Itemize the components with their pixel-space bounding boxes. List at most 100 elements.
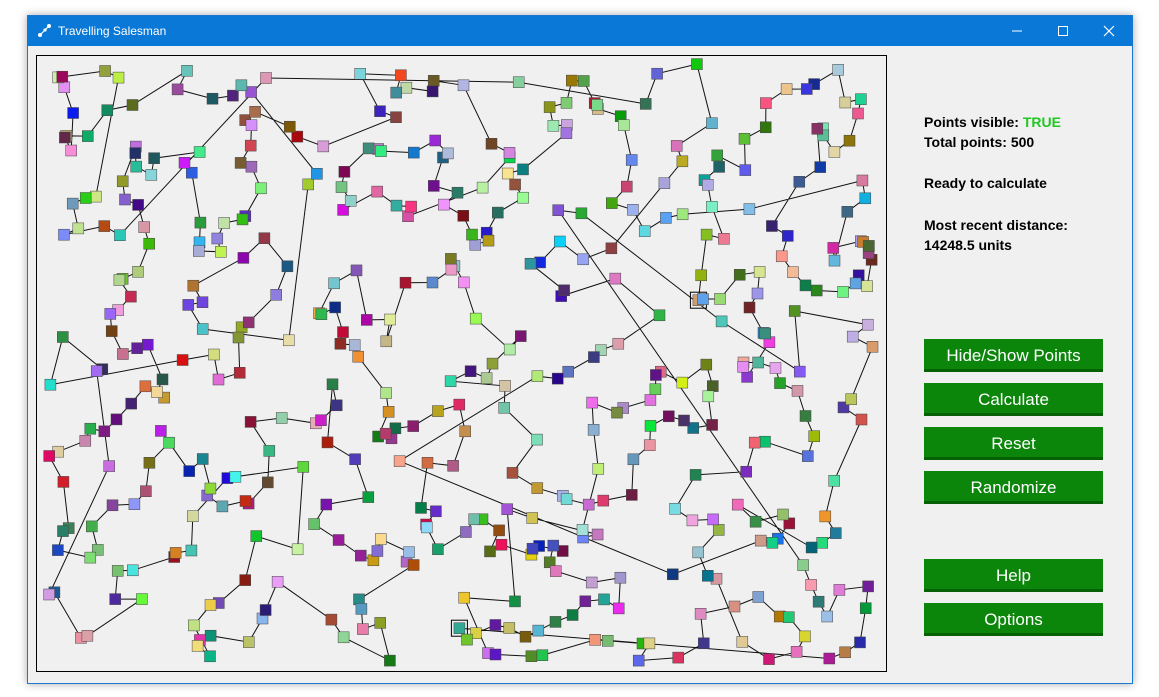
city-point	[461, 633, 473, 646]
city-point	[627, 453, 640, 466]
city-point	[489, 619, 502, 631]
points-visible-value: TRUE	[1022, 114, 1061, 130]
city-point	[155, 425, 167, 437]
city-point	[509, 178, 521, 191]
city-point	[399, 276, 412, 289]
city-point	[275, 412, 288, 424]
city-point	[531, 482, 544, 494]
options-button[interactable]: Options	[924, 603, 1103, 636]
city-point	[374, 617, 386, 629]
city-point	[582, 498, 595, 511]
city-point	[362, 491, 375, 503]
city-point	[464, 365, 477, 377]
city-point	[66, 197, 79, 210]
city-point	[774, 377, 786, 389]
city-point	[859, 192, 872, 205]
calculate-button[interactable]: Calculate	[924, 383, 1103, 416]
city-point	[145, 169, 158, 181]
city-point	[621, 180, 633, 193]
city-point	[736, 636, 749, 648]
city-point	[588, 351, 600, 363]
city-point	[802, 450, 814, 462]
city-point	[271, 576, 284, 588]
city-point	[428, 180, 440, 192]
city-point	[183, 465, 195, 477]
city-point	[112, 71, 125, 84]
city-point	[84, 422, 97, 435]
city-point	[760, 97, 772, 109]
city-point	[509, 595, 521, 608]
total-points: Total points: 500	[924, 134, 1035, 150]
city-point	[81, 630, 94, 642]
help-button[interactable]: Help	[924, 559, 1103, 592]
city-point	[627, 204, 639, 216]
city-point	[239, 495, 252, 507]
city-point	[130, 160, 142, 173]
city-point	[114, 229, 126, 241]
city-point	[609, 272, 622, 285]
city-point	[457, 79, 470, 92]
close-button[interactable]	[1086, 16, 1132, 46]
city-point	[67, 107, 79, 119]
city-point	[614, 571, 627, 584]
city-point	[503, 343, 516, 356]
city-point	[58, 228, 70, 241]
city-point	[752, 356, 764, 369]
reset-button[interactable]: Reset	[924, 427, 1103, 460]
city-point	[119, 193, 131, 206]
city-point	[808, 430, 820, 442]
city-point	[707, 380, 719, 392]
city-point	[852, 107, 864, 120]
city-point	[355, 549, 367, 562]
city-point	[526, 542, 539, 555]
city-point	[204, 629, 217, 642]
city-point	[171, 83, 184, 96]
city-point	[281, 260, 294, 273]
city-point	[348, 339, 361, 351]
city-point	[552, 204, 564, 216]
city-point	[498, 402, 510, 414]
city-point	[566, 609, 579, 621]
city-point	[605, 242, 618, 255]
city-point	[678, 414, 690, 427]
hide-show-points-button[interactable]: Hide/Show Points	[924, 339, 1103, 372]
city-point	[643, 637, 656, 650]
city-point	[451, 186, 464, 199]
city-point	[52, 544, 64, 556]
maximize-button[interactable]	[1040, 16, 1086, 46]
city-point	[125, 397, 137, 410]
city-point	[715, 315, 728, 328]
city-point	[72, 222, 85, 235]
city-point	[59, 131, 71, 144]
distance-label: Most recent distance:	[924, 217, 1068, 233]
city-point	[832, 64, 844, 76]
city-point	[485, 138, 498, 150]
city-point	[187, 510, 199, 522]
city-point	[676, 155, 689, 168]
randomize-button[interactable]: Randomize	[924, 471, 1103, 504]
city-point	[453, 398, 466, 411]
city-point	[354, 68, 366, 80]
city-point	[515, 330, 527, 342]
city-point	[337, 326, 349, 338]
city-point	[814, 161, 826, 173]
city-point	[846, 330, 859, 343]
city-point	[193, 146, 206, 158]
title-bar[interactable]: Travelling Salesman	[28, 16, 1132, 46]
city-point	[284, 120, 296, 133]
city-point	[326, 378, 339, 391]
city-point	[445, 253, 457, 265]
city-point	[57, 331, 69, 343]
city-point	[389, 422, 402, 435]
minimize-button[interactable]	[994, 16, 1040, 46]
city-point	[601, 635, 614, 647]
city-point	[738, 133, 751, 145]
city-point	[138, 221, 150, 233]
city-point	[187, 279, 200, 292]
city-point	[797, 559, 809, 571]
city-point	[415, 502, 427, 514]
city-point	[142, 338, 154, 351]
route-canvas[interactable]	[36, 55, 887, 672]
city-point	[695, 269, 707, 282]
city-point	[482, 234, 495, 247]
